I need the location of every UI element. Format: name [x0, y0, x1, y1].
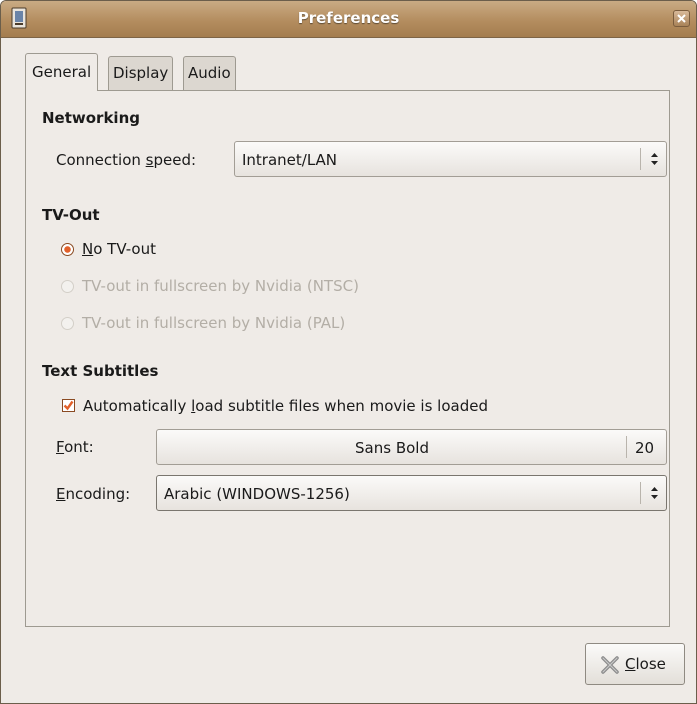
font-separator	[626, 436, 627, 458]
window-close-button[interactable]	[673, 10, 690, 27]
tvout-pal-radio[interactable]	[61, 317, 74, 330]
close-icon	[601, 656, 619, 674]
encoding-value: Arabic (WINDOWS-1256)	[164, 485, 350, 503]
tvout-heading: TV-Out	[42, 206, 100, 224]
font-picker-button[interactable]: Sans Bold 20	[156, 429, 667, 465]
autoload-subtitles-label[interactable]: Automatically load subtitle files when m…	[83, 397, 488, 415]
tvout-ntsc-radio[interactable]	[61, 280, 74, 293]
connection-speed-label: Connection speed:	[56, 151, 196, 169]
connection-speed-value: Intranet/LAN	[242, 151, 338, 169]
tvout-ntsc-label[interactable]: TV-out in fullscreen by Nvidia (NTSC)	[82, 277, 359, 295]
tab-label: Display	[113, 64, 169, 82]
title-bar[interactable]: Preferences	[1, 1, 696, 38]
text-subtitles-heading: Text Subtitles	[42, 362, 159, 380]
autoload-subtitles-checkbox[interactable]	[62, 399, 75, 412]
label-text: oad subtitle files when movie is loaded	[195, 397, 488, 415]
tab-audio[interactable]: Audio	[183, 56, 236, 90]
encoding-select[interactable]: Arabic (WINDOWS-1256)	[156, 475, 667, 511]
connection-speed-select[interactable]: Intranet/LAN	[234, 141, 667, 177]
combo-separator	[640, 148, 641, 170]
label-text: Automatically	[83, 397, 192, 415]
label-text: lose	[635, 655, 666, 673]
label-text: ncoding:	[65, 485, 131, 503]
label-text: Connection	[56, 151, 146, 169]
label-text: peed:	[153, 151, 197, 169]
combo-separator	[640, 482, 641, 504]
tab-label: Audio	[188, 64, 231, 82]
mnemonic: F	[56, 438, 65, 456]
font-size: 20	[635, 439, 655, 457]
networking-heading: Networking	[42, 109, 140, 127]
updown-arrows-icon	[651, 487, 658, 499]
checkmark-icon	[63, 400, 74, 411]
close-button-label: Close	[625, 655, 666, 673]
font-label: Font:	[56, 438, 94, 456]
window-title: Preferences	[297, 9, 400, 27]
tab-display[interactable]: Display	[108, 56, 174, 90]
no-tvout-radio[interactable]	[61, 243, 74, 256]
mnemonic: N	[82, 240, 94, 258]
close-icon	[677, 14, 686, 23]
tab-general[interactable]: General	[25, 53, 99, 91]
font-name: Sans Bold	[355, 439, 429, 457]
tvout-pal-label[interactable]: TV-out in fullscreen by Nvidia (PAL)	[82, 314, 345, 332]
encoding-label: Encoding:	[56, 485, 130, 503]
label-text: o TV-out	[93, 240, 156, 258]
label-text: ont:	[64, 438, 94, 456]
updown-arrows-icon	[651, 153, 658, 165]
no-tvout-label[interactable]: No TV-out	[82, 240, 156, 258]
mnemonic: C	[625, 655, 636, 673]
close-button[interactable]: Close	[585, 643, 685, 685]
tab-label: General	[32, 63, 92, 81]
preferences-window: Preferences General Display Audio Networ…	[0, 0, 697, 704]
